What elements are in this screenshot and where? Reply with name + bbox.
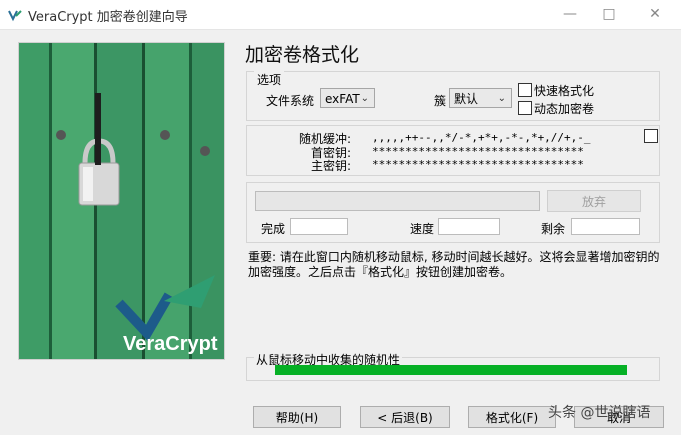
padlock-icon [56, 93, 215, 342]
filesystem-value: exFAT [325, 92, 360, 106]
randomness-bar [275, 365, 627, 375]
format-button[interactable]: 格式化(F) [468, 406, 556, 428]
speed-label: 速度 [410, 222, 435, 236]
chevron-down-icon: ⌄ [497, 93, 506, 104]
random-pool-value: ,,,,,++--,,*/-*,+*+,-*-,*+,//+,-_ [372, 131, 591, 144]
speed-field [438, 218, 500, 235]
window-title: VeraCrypt 加密卷创建向导 [28, 10, 188, 25]
filesystem-label: 文件系统 [266, 94, 315, 108]
wizard-side-image: VeraCrypt [18, 42, 225, 360]
show-pool-checkbox[interactable] [644, 129, 658, 143]
page-title: 加密卷格式化 [245, 44, 360, 66]
close-button[interactable]: ✕ [640, 4, 670, 24]
header-key-value: ******************************** [372, 145, 584, 158]
wizard-window: VeraCrypt 加密卷创建向导 — □ ✕ VeraCrypt 加密卷格式化 [0, 0, 681, 435]
cluster-select[interactable]: 默认 ⌄ [449, 88, 512, 108]
info-text: 重要: 请在此窗口内随机移动鼠标, 移动时间越长越好。这将会显著增加密钥的加密强… [248, 250, 660, 279]
cluster-value: 默认 [454, 92, 479, 106]
abort-button[interactable]: 放弃 [547, 190, 641, 212]
veracrypt-logo-icon [8, 10, 22, 22]
remaining-label: 剩余 [541, 222, 566, 236]
brand-logo-text: VeraCrypt [123, 333, 218, 355]
master-key-label: 主密钥: [311, 159, 352, 173]
filesystem-select[interactable]: exFAT ⌄ [320, 88, 375, 108]
help-button[interactable]: 帮助(H) [253, 406, 341, 428]
title-bar[interactable]: VeraCrypt 加密卷创建向导 — □ ✕ [0, 0, 681, 30]
minimize-button[interactable]: — [555, 4, 585, 24]
format-progress-bar [255, 191, 540, 211]
remaining-field [571, 218, 640, 235]
chevron-down-icon: ⌄ [360, 93, 369, 104]
watermark-text: 头条 @世说瞎语 [548, 405, 651, 421]
maximize-button[interactable]: □ [594, 4, 624, 24]
master-key-value: ******************************** [372, 158, 584, 171]
quick-format-checkbox[interactable] [518, 83, 532, 97]
back-button[interactable]: < 后退(B) [360, 406, 450, 428]
options-legend: 选项 [254, 71, 285, 88]
cluster-label: 簇 [434, 94, 447, 108]
done-label: 完成 [261, 222, 286, 236]
done-field [290, 218, 348, 235]
dynamic-volume-checkbox[interactable] [518, 101, 532, 115]
quick-format-label: 快速格式化 [534, 84, 595, 98]
dynamic-volume-label: 动态加密卷 [534, 102, 595, 116]
